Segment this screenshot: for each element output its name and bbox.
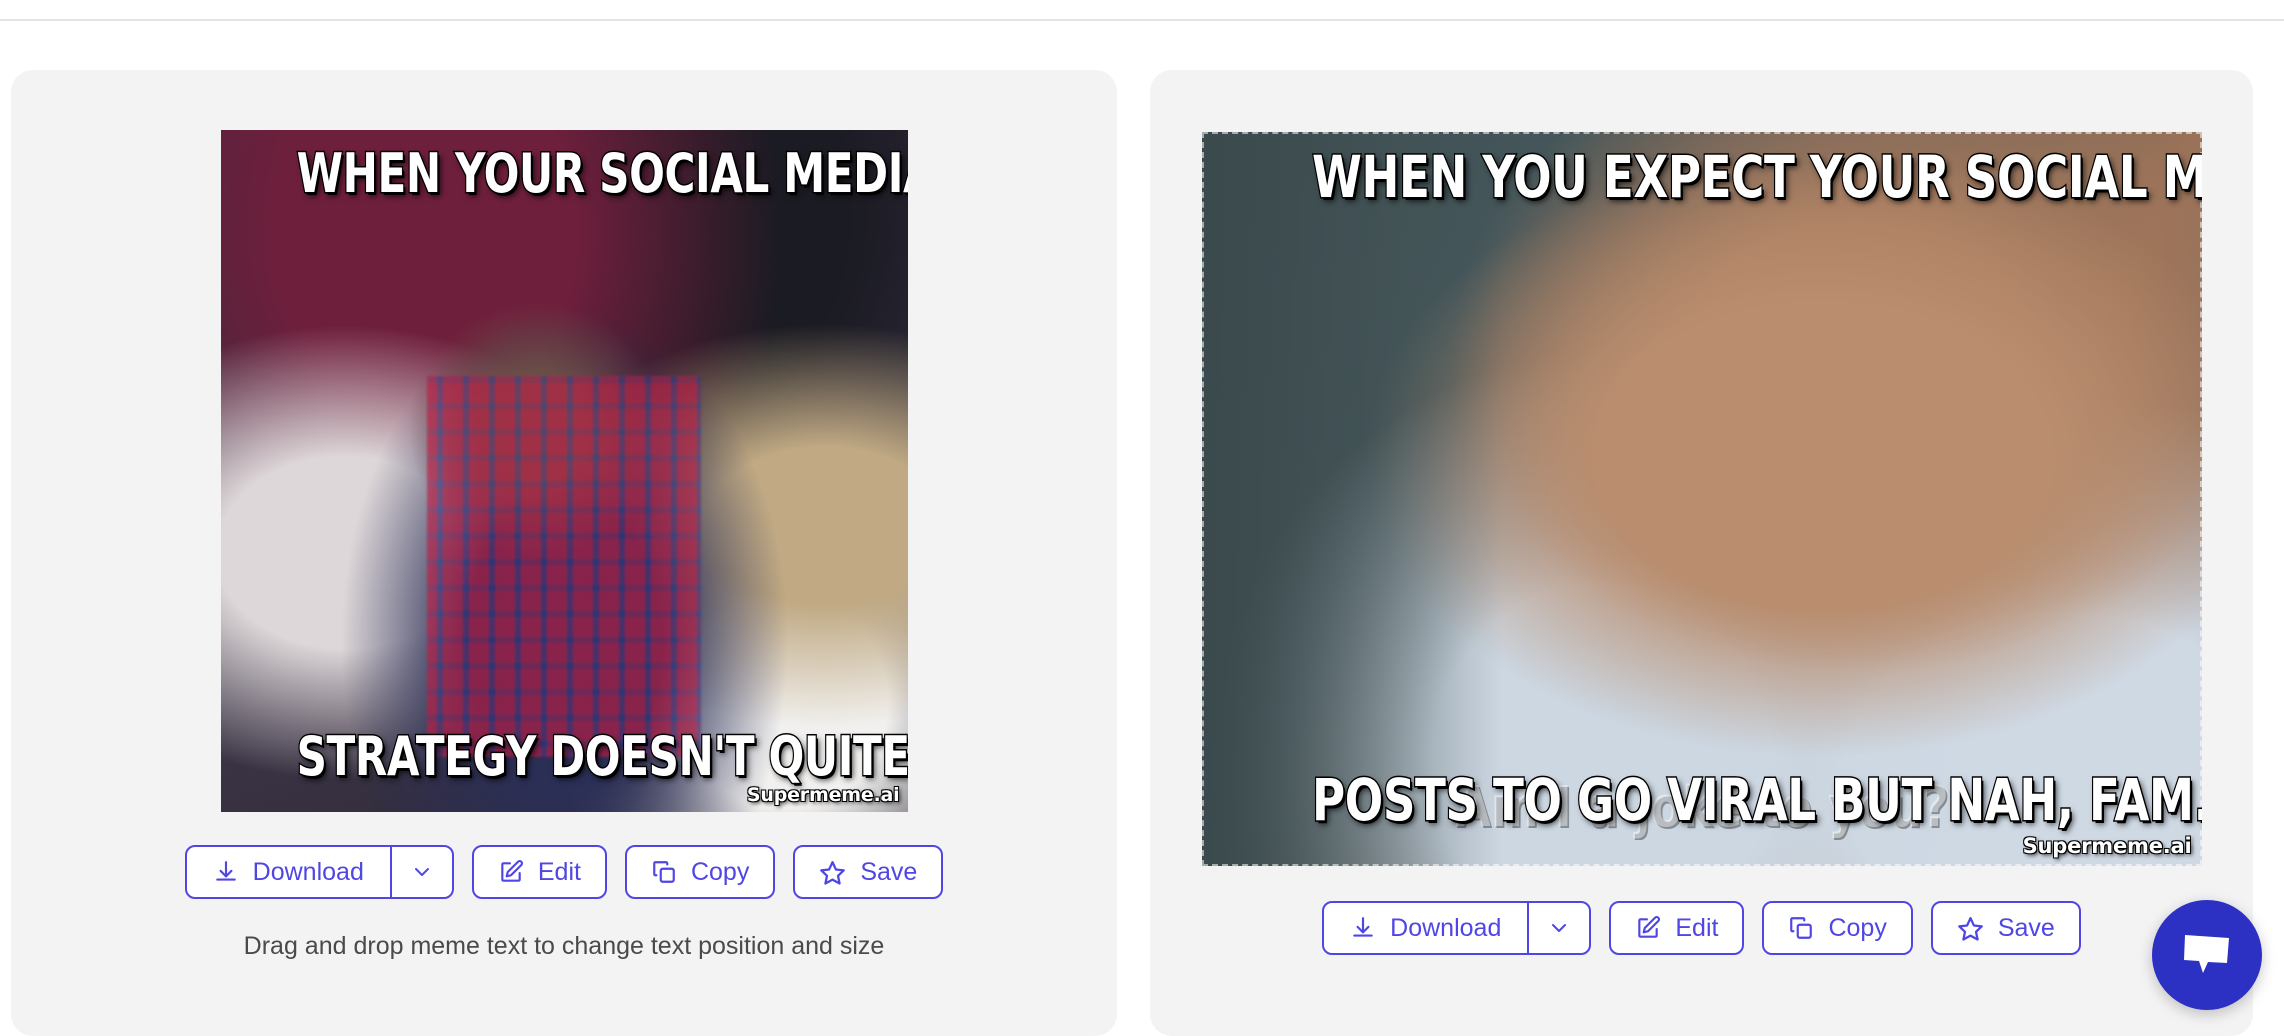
- chat-bubble-icon: [2181, 931, 2233, 979]
- meme-image[interactable]: WHEN YOUR SOCIAL MEDIA STRATEGY DOESN'T …: [220, 130, 908, 812]
- meme-card[interactable]: WHEN YOU EXPECT YOUR SOCIAL MEDIA Am I a…: [1150, 70, 2253, 1036]
- edit-label: Edit: [1675, 913, 1719, 942]
- save-button[interactable]: Save: [1930, 901, 2081, 955]
- edit-button[interactable]: Edit: [1609, 901, 1745, 955]
- save-label: Save: [1997, 913, 2055, 942]
- meme-top-text[interactable]: WHEN YOUR SOCIAL MEDIA: [295, 144, 908, 202]
- copy-icon: [1788, 915, 1814, 941]
- copy-button[interactable]: Copy: [1762, 901, 1913, 955]
- download-split-button[interactable]: Download: [1322, 901, 1592, 955]
- download-icon: [1350, 915, 1376, 941]
- download-button[interactable]: Download: [1324, 903, 1527, 953]
- download-button[interactable]: Download: [187, 847, 390, 897]
- edit-pencil-icon: [498, 859, 524, 885]
- star-icon: [819, 859, 846, 886]
- meme-photo: [220, 130, 908, 812]
- download-options-button[interactable]: [1527, 903, 1589, 953]
- chevron-down-icon: [410, 860, 434, 884]
- copy-label: Copy: [690, 857, 750, 886]
- edit-button[interactable]: Edit: [471, 845, 607, 899]
- meme-results-page: WHEN YOUR SOCIAL MEDIA STRATEGY DOESN'T …: [0, 0, 2284, 1036]
- meme-actions: Download Edit Copy Save: [1150, 901, 2253, 955]
- download-icon: [213, 859, 239, 885]
- meme-image[interactable]: WHEN YOU EXPECT YOUR SOCIAL MEDIA Am I a…: [1201, 132, 2202, 866]
- chat-widget-button[interactable]: [2152, 900, 2262, 1010]
- edit-label: Edit: [537, 857, 581, 886]
- watermark: Supermeme.ai: [2022, 834, 2192, 858]
- meme-results-grid: WHEN YOUR SOCIAL MEDIA STRATEGY DOESN'T …: [11, 70, 2273, 1036]
- star-icon: [1957, 915, 1984, 942]
- download-options-button[interactable]: [389, 847, 452, 897]
- download-label: Download: [252, 857, 364, 886]
- meme-card[interactable]: WHEN YOUR SOCIAL MEDIA STRATEGY DOESN'T …: [11, 70, 1117, 1036]
- copy-button[interactable]: Copy: [624, 845, 776, 899]
- download-label: Download: [1390, 913, 1502, 942]
- watermark: Supermeme.ai: [746, 784, 900, 806]
- save-label: Save: [860, 857, 918, 886]
- meme-bottom-text[interactable]: STRATEGY DOESN'T QUITE PAY OFF: [295, 727, 908, 785]
- chevron-down-icon: [1547, 916, 1571, 940]
- meme-actions: Download Edit Copy Save: [11, 845, 1117, 899]
- download-split-button[interactable]: Download: [184, 845, 454, 899]
- drag-drop-hint: Drag and drop meme text to change text p…: [243, 932, 885, 960]
- meme-bottom-text[interactable]: POSTS TO GO VIRAL BUT NAH, FAM.: [1310, 769, 2201, 831]
- copy-icon: [651, 859, 677, 885]
- top-divider: [0, 19, 2284, 21]
- save-button[interactable]: Save: [793, 845, 944, 899]
- copy-label: Copy: [1828, 913, 1887, 942]
- meme-photo: [1201, 132, 2202, 866]
- meme-top-text[interactable]: WHEN YOU EXPECT YOUR SOCIAL MEDIA: [1310, 146, 2201, 208]
- edit-pencil-icon: [1635, 915, 1661, 941]
